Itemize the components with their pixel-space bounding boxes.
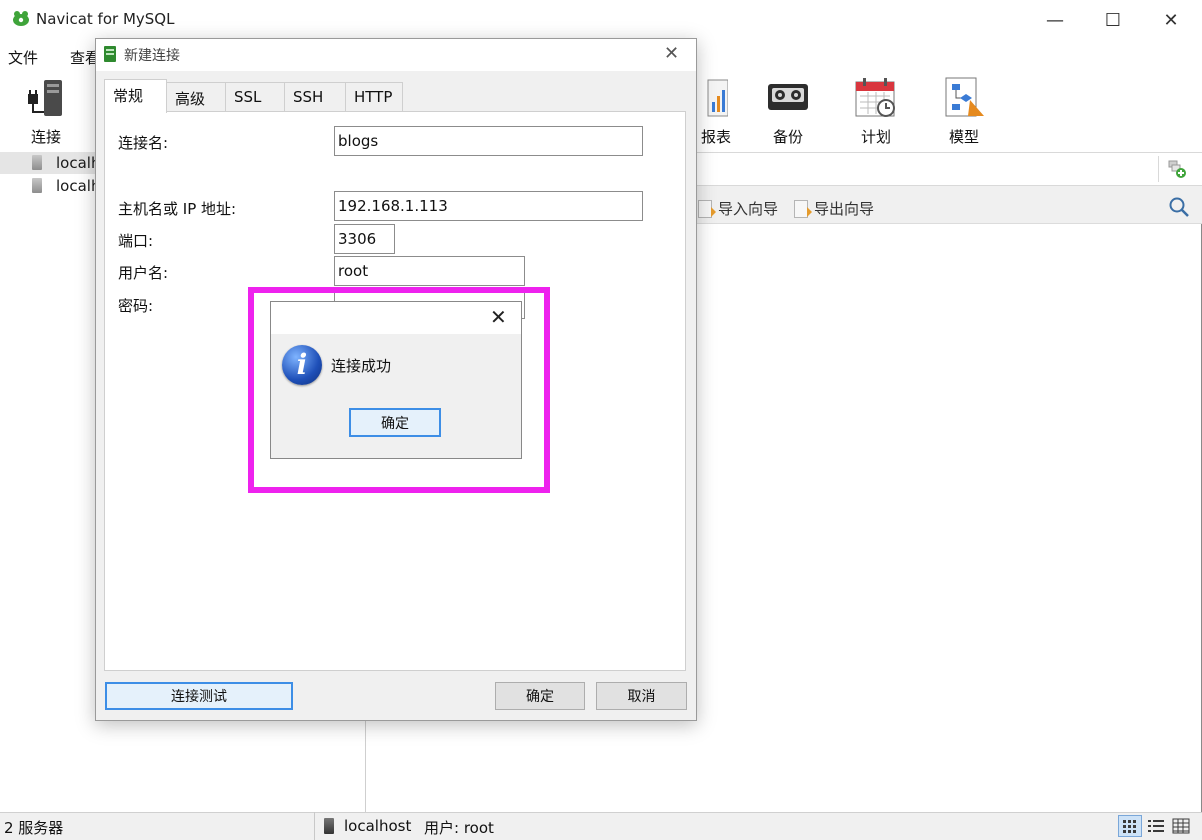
toolbar-connection-label: 连接: [30, 128, 61, 146]
dialog-title-bar: [96, 39, 696, 71]
toolbar-schedule-button[interactable]: 计划: [836, 76, 916, 147]
navicat-logo-icon: [13, 11, 29, 26]
messagebox-ok-button[interactable]: 确定: [349, 408, 441, 437]
toolbar-backup-label: 备份: [772, 128, 803, 146]
calendar-schedule-icon: [854, 76, 898, 118]
password-label: 密码:: [118, 297, 154, 315]
search-icon[interactable]: [1168, 196, 1190, 218]
app-title: Navicat for MySQL: [36, 10, 175, 28]
import-icon: [698, 199, 716, 218]
tree-item-label: localh: [56, 177, 101, 195]
export-wizard-button[interactable]: 导出向导: [794, 198, 874, 219]
toolbar-model-button[interactable]: 模型: [924, 76, 1004, 147]
messagebox-close-icon[interactable]: ✕: [490, 305, 507, 329]
tab-advanced[interactable]: 高级: [166, 82, 226, 112]
backup-tape-icon: [766, 76, 810, 118]
test-connection-button[interactable]: 连接测试: [105, 682, 293, 710]
status-user: 用户: root: [424, 819, 494, 837]
grid-view-icon: [1123, 820, 1136, 833]
tab-ssh[interactable]: SSH: [284, 82, 346, 112]
minimize-button[interactable]: —: [1026, 0, 1084, 40]
import-wizard-label: 导入向导: [718, 200, 779, 218]
dialog-close-icon[interactable]: ✕: [664, 43, 679, 64]
messagebox-title-bar: [271, 302, 521, 334]
status-bar: [0, 812, 1202, 840]
messagebox-text: 连接成功: [331, 357, 392, 375]
add-tab-icon: [1168, 160, 1186, 178]
tab-http[interactable]: HTTP: [345, 82, 403, 112]
grid-view-button[interactable]: [1118, 815, 1142, 837]
info-icon: i: [282, 345, 322, 385]
username-label: 用户名:: [118, 264, 169, 282]
toolbar-model-label: 模型: [948, 128, 979, 146]
server-icon: [32, 155, 42, 170]
server-count: 2 服务器: [4, 819, 64, 837]
export-wizard-label: 导出向导: [814, 200, 875, 218]
dialog-cancel-button[interactable]: 取消: [596, 682, 687, 710]
host-label: 主机名或 IP 地址:: [118, 200, 237, 218]
list-view-icon[interactable]: [1147, 818, 1165, 834]
status-connection: localhost: [344, 817, 412, 835]
server-icon: [324, 818, 334, 834]
server-icon: [104, 46, 116, 62]
model-diagram-icon: [942, 76, 986, 118]
menu-file[interactable]: 文件: [8, 47, 38, 68]
tree-item-label: localh: [56, 154, 101, 172]
connection-name-label: 连接名:: [118, 134, 169, 152]
port-label: 端口:: [118, 232, 154, 250]
dialog-title: 新建连接: [124, 48, 180, 64]
export-icon: [794, 199, 812, 218]
connection-plug-icon: [24, 76, 68, 118]
toolbar-schedule-label: 计划: [860, 128, 891, 146]
connection-name-input[interactable]: [334, 126, 643, 156]
toolbar-connection-button[interactable]: 连接: [6, 76, 86, 147]
toolbar-backup-button[interactable]: 备份: [748, 76, 828, 147]
status-divider: [314, 812, 315, 840]
tab-general[interactable]: 常规: [104, 79, 167, 113]
port-input[interactable]: [334, 224, 395, 254]
server-icon: [32, 178, 42, 193]
tab-ssl[interactable]: SSL: [225, 82, 285, 112]
import-wizard-button[interactable]: 导入向导: [698, 198, 778, 219]
detail-view-icon[interactable]: [1172, 818, 1190, 834]
title-bar: [0, 0, 1202, 40]
username-input[interactable]: [334, 256, 525, 286]
host-input[interactable]: [334, 191, 643, 221]
maximize-button[interactable]: ☐: [1084, 0, 1142, 40]
dialog-ok-button[interactable]: 确定: [495, 682, 585, 710]
new-tab-button[interactable]: [1158, 156, 1194, 182]
close-button[interactable]: ✕: [1142, 0, 1200, 40]
